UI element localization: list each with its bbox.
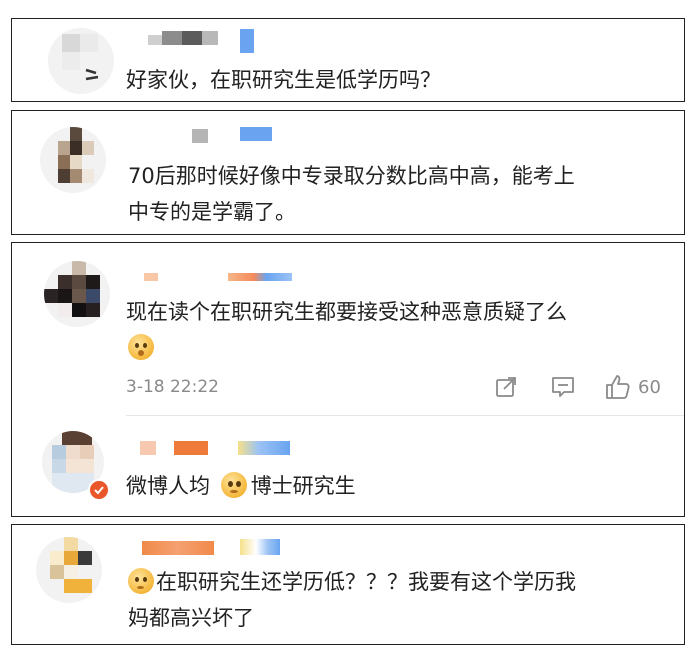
comment-text-content: 现在读个在职研究生都要接受这种恶意质疑了么: [126, 300, 567, 324]
comment-text-line-2: 中专的是学霸了。: [128, 200, 296, 224]
comment-timestamp: 3-18 22:22: [126, 377, 219, 397]
reply-username-blurred[interactable]: [140, 441, 220, 455]
user-badge-blurred: [240, 29, 254, 53]
username-blurred[interactable]: [142, 541, 214, 555]
username-blurred[interactable]: [148, 31, 220, 45]
comment-card-1: 好家伙，在职研究生是低学历吗？: [11, 18, 685, 102]
user-badge-blurred: [240, 127, 272, 141]
comment-text-line-2: 妈都高兴坏了: [128, 606, 254, 630]
comment-text: 好家伙，在职研究生是低学历吗？: [126, 68, 441, 92]
reply-user-badge-blurred: [238, 441, 290, 455]
reply-text-after: 博士研究生: [250, 474, 356, 498]
thumbs-up-icon[interactable]: [603, 373, 631, 401]
user-avatar[interactable]: [48, 28, 114, 94]
avatar-mark-icon: [85, 68, 99, 81]
comment-text-line-1: 在职研究生还学历低？？？我要有这个学历我: [128, 565, 576, 599]
reply-divider: [126, 415, 684, 416]
thinking-face-emoji: [128, 568, 154, 594]
reply-text: 微博人均 博士研究生: [126, 469, 356, 503]
comment-card-2: 70后那时候好像中专录取分数比高中高，能考上 中专的是学霸了。: [11, 110, 685, 235]
comment-card-4: 在职研究生还学历低？？？我要有这个学历我 妈都高兴坏了: [11, 524, 685, 645]
user-badge-blurred: [240, 539, 280, 555]
user-badge-blurred: [228, 273, 292, 281]
comment-emoji-line: [128, 331, 158, 365]
comment-text: 现在读个在职研究生都要接受这种恶意质疑了么: [126, 295, 567, 329]
comment-text-line-1-content: 在职研究生还学历低？？？我要有这个学历我: [156, 570, 576, 594]
username-blurred[interactable]: [192, 129, 208, 143]
verified-badge-icon: [88, 479, 110, 501]
username-blurred[interactable]: [144, 273, 158, 281]
user-avatar[interactable]: [36, 537, 102, 603]
comment-card-3: 现在读个在职研究生都要接受这种恶意质疑了么 3-18 22:22 60 微博人均…: [11, 242, 685, 517]
flushed-face-emoji: [128, 334, 154, 360]
user-avatar[interactable]: [44, 261, 110, 327]
comment-icon[interactable]: [550, 375, 576, 399]
like-count: 60: [638, 377, 661, 398]
share-icon[interactable]: [494, 375, 518, 399]
reply-text-before: 微博人均: [126, 474, 210, 498]
user-avatar[interactable]: [40, 127, 106, 193]
pleading-face-emoji: [220, 472, 247, 498]
comment-text-line-1: 70后那时候好像中专录取分数比高中高，能考上: [128, 164, 575, 188]
